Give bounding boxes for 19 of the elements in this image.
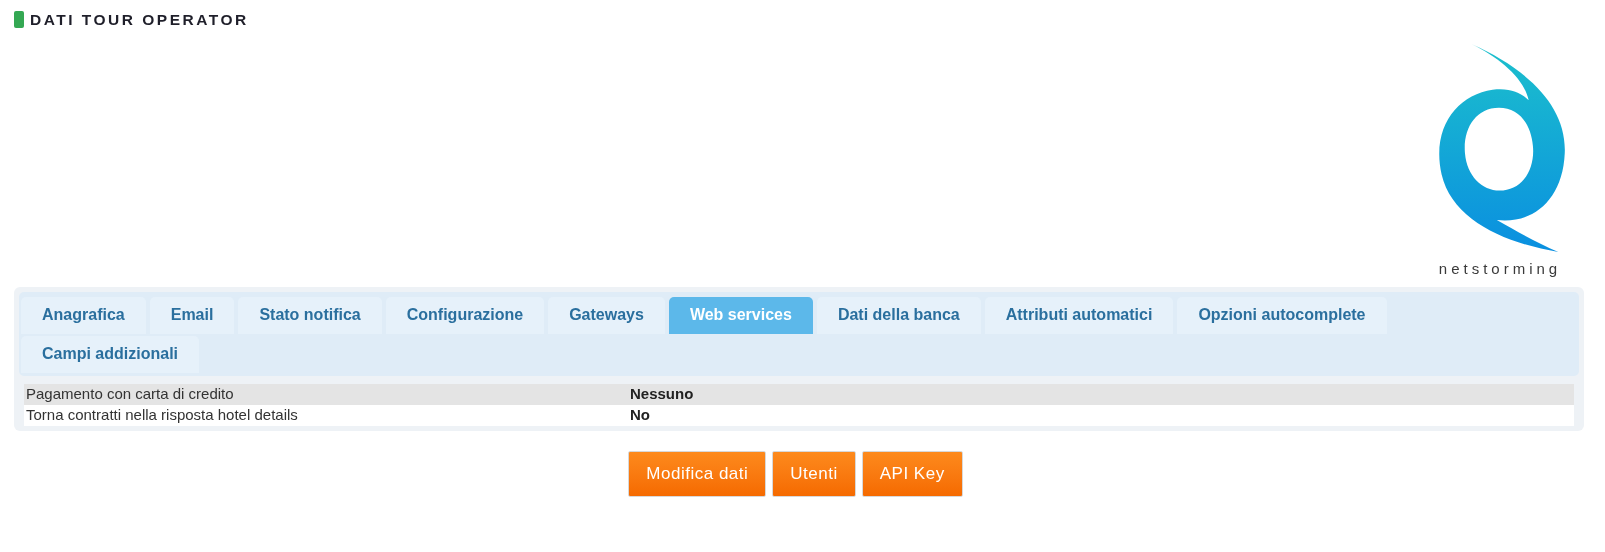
- field-value: No: [630, 405, 650, 425]
- tab[interactable]: Opzioni autocomplete: [1177, 296, 1387, 334]
- tab[interactable]: Gateways: [548, 296, 665, 334]
- field-value: Nessuno: [630, 384, 694, 404]
- page-title: DATI TOUR OPERATOR: [30, 10, 249, 30]
- action-button[interactable]: Utenti: [772, 450, 856, 497]
- tab[interactable]: Email: [149, 296, 235, 334]
- tab[interactable]: Dati della banca: [816, 296, 981, 334]
- action-button[interactable]: API Key: [861, 450, 963, 497]
- field-label: Torna contratti nella risposta hotel details: [25, 405, 299, 425]
- tab[interactable]: Attributi automatici: [984, 296, 1174, 334]
- action-button[interactable]: Modifica dati: [628, 450, 767, 497]
- tab[interactable]: Stato notifica: [238, 296, 382, 334]
- tab[interactable]: Campi addizionali: [21, 335, 199, 373]
- field-label: Pagamento con carta di credito: [25, 384, 235, 404]
- title-marker-icon: [14, 11, 24, 29]
- logo-text: netstorming: [1438, 259, 1562, 280]
- tab[interactable]: Configurazione: [385, 296, 545, 334]
- tab[interactable]: Anagrafica: [21, 296, 146, 334]
